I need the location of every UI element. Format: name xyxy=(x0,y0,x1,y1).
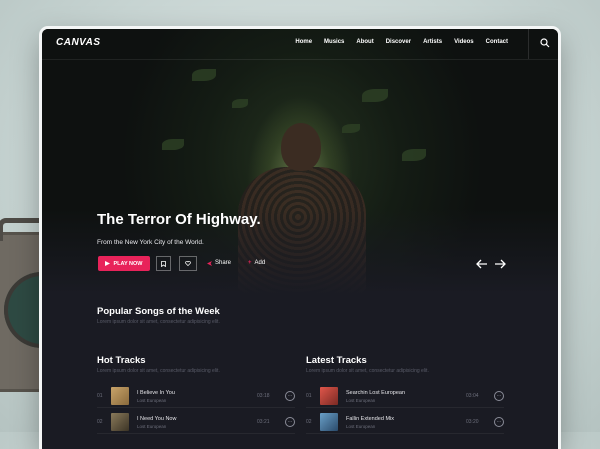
foliage-leaf xyxy=(192,69,216,81)
track-info: Searchin Lost European Lost European xyxy=(346,390,466,403)
track-number: 01 xyxy=(306,393,312,399)
more-icon[interactable]: ··· xyxy=(494,391,504,401)
nav-item-about[interactable]: About xyxy=(356,39,373,45)
hero-subtitle: From the New York City of the World. xyxy=(97,239,204,246)
track-info: I Believe In You Lost European xyxy=(137,390,257,403)
foliage-leaf xyxy=(362,89,388,102)
track-number: 01 xyxy=(97,393,103,399)
track-cover xyxy=(111,387,129,405)
share-label: Share xyxy=(215,260,232,266)
track-number: 02 xyxy=(306,419,312,425)
track-row[interactable]: 01 Searchin Lost European Lost European … xyxy=(306,385,504,408)
latest-tracks-subtitle: Lorem ipsum dolor sit amet, consectetur … xyxy=(306,368,429,374)
arrow-left-icon[interactable] xyxy=(476,259,488,269)
track-artist: Lost European xyxy=(137,397,167,403)
browser-screen: CANVAS Home Musics About Discover Artist… xyxy=(42,29,558,449)
arrow-right-icon[interactable] xyxy=(494,259,506,269)
add-button[interactable]: + Add xyxy=(248,260,265,266)
track-duration: 03:20 xyxy=(466,419,479,425)
nav-item-videos[interactable]: Videos xyxy=(454,39,474,45)
track-artist: Lost European xyxy=(346,397,376,403)
track-cover xyxy=(320,387,338,405)
nav-item-musics[interactable]: Musics xyxy=(324,39,344,45)
site-logo[interactable]: CANVAS xyxy=(56,37,100,48)
foliage-leaf xyxy=(232,99,248,108)
foliage-leaf xyxy=(402,149,426,161)
more-icon[interactable]: ··· xyxy=(494,417,504,427)
nav-divider xyxy=(528,29,529,59)
heart-icon xyxy=(185,261,191,266)
bookmark-button[interactable] xyxy=(156,256,171,271)
share-icon xyxy=(207,260,212,266)
more-icon[interactable]: ··· xyxy=(285,417,295,427)
speaker-handle xyxy=(0,218,48,241)
search-icon[interactable] xyxy=(540,38,550,48)
hot-tracks-title: Hot Tracks xyxy=(97,355,146,366)
track-title: Searchin Lost European xyxy=(346,389,406,396)
track-row[interactable]: 01 I Believe In You Lost European 03:18 … xyxy=(97,385,295,408)
play-now-button[interactable]: PLAY NOW xyxy=(98,256,150,271)
track-title: I Need You Now xyxy=(137,415,177,422)
add-label: Add xyxy=(254,260,266,266)
bookmark-icon xyxy=(161,260,166,267)
hero-section xyxy=(42,29,558,299)
track-artist: Lost European xyxy=(346,423,376,429)
more-icon[interactable]: ··· xyxy=(285,391,295,401)
track-title: I Believe In You xyxy=(137,389,175,396)
latest-tracks-title: Latest Tracks xyxy=(306,355,367,366)
nav-item-artists[interactable]: Artists xyxy=(423,39,442,45)
track-row[interactable]: 02 Fallin Extended Mix Lost European 03:… xyxy=(306,411,504,434)
track-cover xyxy=(320,413,338,431)
nav-item-home[interactable]: Home xyxy=(295,39,312,45)
like-button[interactable] xyxy=(179,256,197,271)
foliage-leaf xyxy=(162,139,184,150)
track-duration: 03:04 xyxy=(466,393,479,399)
track-duration: 03:21 xyxy=(257,419,270,425)
hot-tracks-subtitle: Lorem ipsum dolor sit amet, consectetur … xyxy=(97,368,220,374)
nav-item-contact[interactable]: Contact xyxy=(486,39,508,45)
play-icon xyxy=(105,261,111,266)
share-button[interactable]: Share xyxy=(207,260,231,266)
track-duration: 03:18 xyxy=(257,393,270,399)
popular-title: Popular Songs of the Week xyxy=(97,306,220,317)
play-now-label: PLAY NOW xyxy=(113,260,143,267)
track-row[interactable]: 02 I Need You Now Lost European 03:21 ··… xyxy=(97,411,295,434)
track-artist: Lost European xyxy=(137,423,167,429)
hero-figure-head xyxy=(281,123,321,171)
track-number: 02 xyxy=(97,419,103,425)
track-info: I Need You Now Lost European xyxy=(137,416,257,429)
nav-item-discover[interactable]: Discover xyxy=(386,39,411,45)
main-menu: Home Musics About Discover Artists Video… xyxy=(295,39,508,45)
popular-subtitle: Lorem ipsum dolor sit amet, consectetur … xyxy=(97,319,220,325)
foliage-leaf xyxy=(342,124,360,133)
track-info: Fallin Extended Mix Lost European xyxy=(346,416,466,429)
track-title: Fallin Extended Mix xyxy=(346,415,394,422)
top-navbar: CANVAS Home Musics About Discover Artist… xyxy=(42,29,558,60)
plus-icon: + xyxy=(248,260,252,266)
track-cover xyxy=(111,413,129,431)
hero-title: The Terror Of Highway. xyxy=(97,211,261,228)
